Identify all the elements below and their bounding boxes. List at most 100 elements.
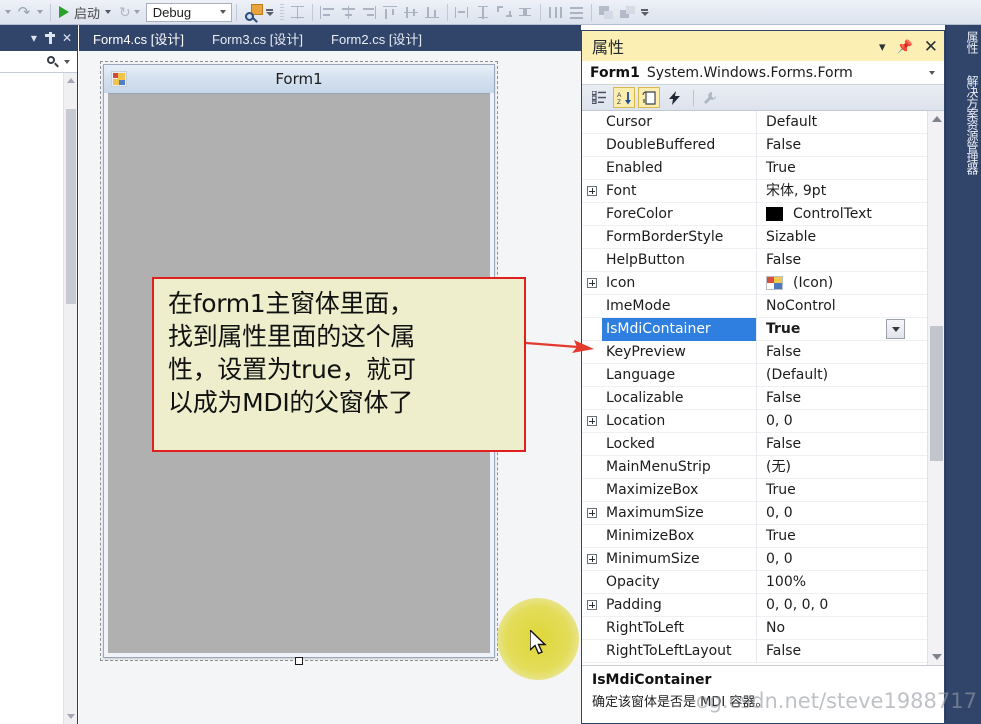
refresh-dropdown-icon[interactable]: [133, 10, 140, 14]
chevron-down-icon[interactable]: [929, 70, 935, 75]
pin-icon[interactable]: [44, 32, 55, 44]
toolbox-scrollbar[interactable]: [63, 73, 77, 724]
property-value[interactable]: 0, 0: [757, 502, 927, 525]
property-value[interactable]: 宋体, 9pt: [757, 180, 927, 203]
property-value[interactable]: 0, 0, 0, 0: [757, 594, 927, 617]
categorized-icon[interactable]: [588, 87, 610, 108]
property-name[interactable]: Locked: [602, 432, 757, 456]
expand-plus-icon[interactable]: [582, 600, 602, 610]
property-value[interactable]: 0, 0: [757, 548, 927, 571]
property-name[interactable]: Cursor: [602, 111, 757, 134]
property-row[interactable]: MainMenuStrip (无): [582, 455, 927, 479]
scroll-down-icon[interactable]: [932, 654, 942, 660]
property-name[interactable]: DoubleBuffered: [602, 133, 757, 157]
vertical-tab-properties[interactable]: 属性: [946, 25, 981, 59]
chevron-down-icon[interactable]: ▾: [31, 32, 37, 44]
property-row[interactable]: FormBorderStyle Sizable: [582, 225, 927, 249]
pin-icon[interactable]: 📌: [897, 40, 913, 53]
property-value[interactable]: (Default): [757, 364, 927, 387]
property-value[interactable]: 0, 0: [757, 410, 927, 433]
property-name[interactable]: Language: [602, 363, 757, 387]
refresh-icon[interactable]: ↻: [119, 4, 131, 21]
property-value[interactable]: (Icon): [757, 272, 927, 295]
property-row[interactable]: Cursor Default: [582, 111, 927, 134]
property-name[interactable]: RightToLeft: [602, 616, 757, 640]
expand-plus-icon[interactable]: [582, 508, 602, 518]
property-value[interactable]: False: [757, 433, 927, 456]
property-name[interactable]: Enabled: [602, 156, 757, 180]
property-row[interactable]: ImeMode NoControl: [582, 294, 927, 318]
property-row[interactable]: Font 宋体, 9pt: [582, 179, 927, 203]
property-row[interactable]: Padding 0, 0, 0, 0: [582, 593, 927, 617]
property-name[interactable]: Localizable: [602, 386, 757, 410]
property-name[interactable]: FormBorderStyle: [602, 225, 757, 249]
expand-plus-icon[interactable]: [582, 554, 602, 564]
property-row[interactable]: MinimumSize 0, 0: [582, 547, 927, 571]
expand-plus-icon[interactable]: [582, 186, 602, 196]
resize-handle-bottom-center[interactable]: [295, 657, 303, 665]
property-value[interactable]: NoControl: [757, 295, 927, 318]
property-value[interactable]: False: [757, 341, 927, 364]
tab-form3[interactable]: Form3.cs [设计]: [198, 25, 317, 51]
property-name[interactable]: Font: [602, 179, 757, 203]
property-value[interactable]: Sizable: [757, 226, 927, 249]
property-value[interactable]: (无): [757, 456, 927, 479]
property-name[interactable]: Location: [602, 409, 757, 433]
property-row[interactable]: MinimizeBox True: [582, 524, 927, 548]
property-name[interactable]: Padding: [602, 593, 757, 617]
property-row[interactable]: Enabled True: [582, 156, 927, 180]
property-name[interactable]: MaximumSize: [602, 501, 757, 525]
property-row[interactable]: ForeColor ControlText: [582, 202, 927, 226]
property-row[interactable]: HelpButton False: [582, 248, 927, 272]
start-dropdown-icon[interactable]: [105, 10, 112, 14]
alphabetical-sort-icon[interactable]: A Z: [613, 87, 635, 108]
property-value[interactable]: True: [757, 157, 927, 180]
vertical-tab-solution-explorer[interactable]: 解决方案资源管理器: [946, 69, 981, 180]
property-row[interactable]: KeyPreview False: [582, 340, 927, 364]
property-value[interactable]: No: [757, 617, 927, 640]
property-name[interactable]: MainMenuStrip: [602, 455, 757, 479]
start-play-icon[interactable]: [59, 6, 69, 18]
property-row[interactable]: IsMdiContainer True: [582, 317, 927, 341]
property-row[interactable]: MaximizeBox True: [582, 478, 927, 502]
events-lightning-icon[interactable]: [663, 87, 685, 108]
scroll-up-icon[interactable]: [932, 116, 942, 122]
property-row[interactable]: Opacity 100%: [582, 570, 927, 594]
property-row[interactable]: RightToLeftLayout False: [582, 639, 927, 663]
toolbar-overflow-icon[interactable]: [265, 8, 274, 16]
property-value[interactable]: False: [757, 387, 927, 410]
property-name[interactable]: Icon: [602, 271, 757, 295]
redo-dropdown-icon[interactable]: [37, 10, 43, 14]
expand-plus-icon[interactable]: [582, 278, 602, 288]
property-name[interactable]: ForeColor: [602, 202, 757, 226]
close-icon[interactable]: ✕: [62, 32, 72, 44]
property-value[interactable]: 100%: [757, 571, 927, 594]
property-value[interactable]: False: [757, 640, 927, 663]
expand-plus-icon[interactable]: [582, 416, 602, 426]
close-icon[interactable]: ✕: [924, 38, 938, 55]
search-dropdown-icon[interactable]: [64, 59, 70, 64]
find-icon[interactable]: [244, 3, 263, 23]
redo-icon[interactable]: ↷: [14, 2, 34, 23]
property-row[interactable]: RightToLeft No: [582, 616, 927, 640]
property-name[interactable]: IsMdiContainer: [602, 317, 757, 341]
tab-form4[interactable]: Form4.cs [设计]: [79, 25, 198, 51]
property-row[interactable]: Locked False: [582, 432, 927, 456]
property-value[interactable]: False: [757, 134, 927, 157]
property-name[interactable]: MinimumSize: [602, 547, 757, 571]
property-row[interactable]: Icon (Icon): [582, 271, 927, 295]
toolbar-grip[interactable]: [279, 4, 284, 20]
search-icon[interactable]: [47, 55, 59, 68]
properties-scrollbar[interactable]: [927, 111, 944, 665]
property-name[interactable]: Opacity: [602, 570, 757, 594]
property-name[interactable]: MaximizeBox: [602, 478, 757, 502]
property-value[interactable]: ControlText: [757, 203, 927, 226]
chevron-down-icon[interactable]: ▾: [879, 40, 886, 53]
property-value[interactable]: True: [757, 318, 927, 341]
scroll-thumb[interactable]: [930, 326, 943, 461]
object-selector[interactable]: Form1 System.Windows.Forms.Form: [582, 61, 944, 85]
property-name[interactable]: ImeMode: [602, 294, 757, 318]
property-row[interactable]: Language (Default): [582, 363, 927, 387]
properties-page-icon[interactable]: [638, 87, 660, 108]
undo-dropdown-icon[interactable]: [5, 10, 11, 14]
